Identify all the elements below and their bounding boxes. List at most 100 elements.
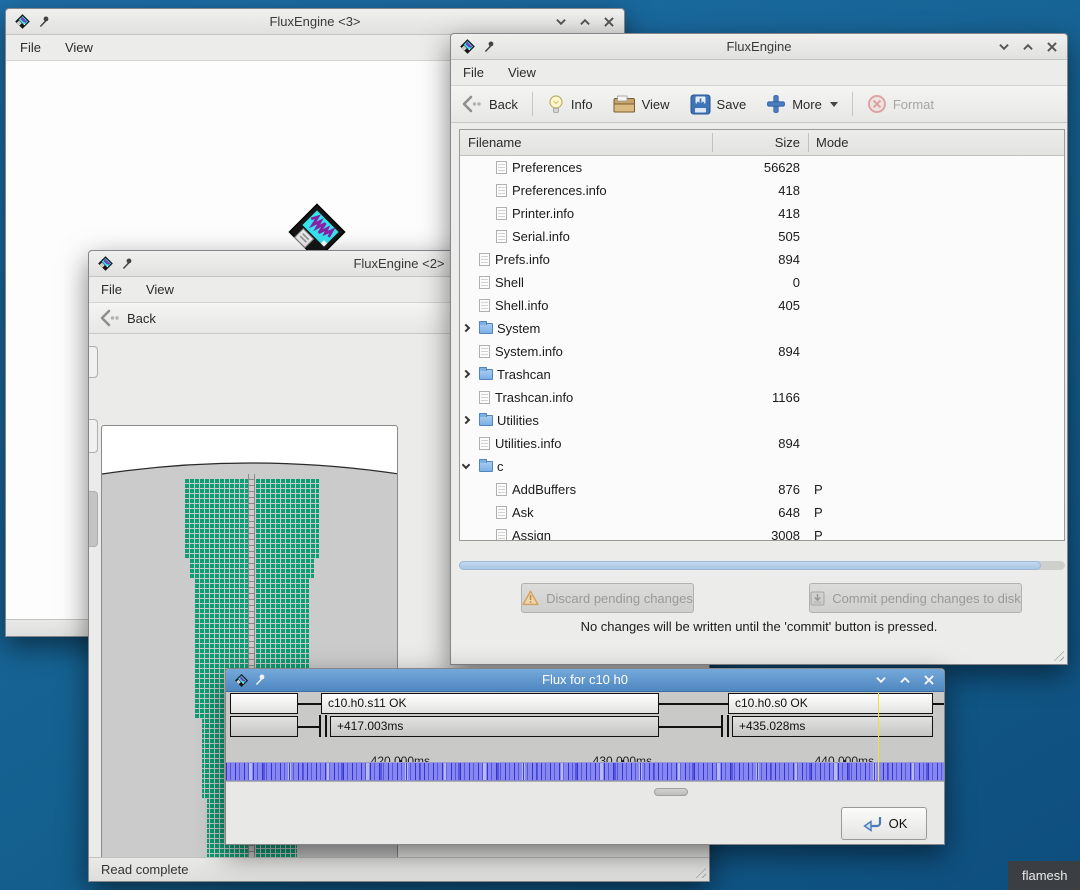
table-row[interactable]: Utilities [460,409,1064,432]
expand-icon[interactable] [462,324,470,332]
resize-grip[interactable] [693,865,706,878]
file-icon [479,437,490,450]
size-cell: 894 [712,432,800,455]
filename-cell: Assign [512,528,551,540]
maximize-icon[interactable] [1021,40,1035,54]
table-row[interactable]: System.info894 [460,340,1064,363]
window-title: FluxEngine <3> [6,9,624,34]
menu-view[interactable]: View [134,277,186,302]
close-icon[interactable] [1045,40,1059,54]
format-label: Format [893,97,934,112]
table-row[interactable]: Shell0 [460,271,1064,294]
file-icon [496,184,507,197]
folder-icon [479,323,493,334]
flux-density-band[interactable] [226,762,944,781]
menu-file[interactable]: File [8,35,53,60]
table-row[interactable]: Prefs.info894 [460,248,1064,271]
table-row[interactable]: Preferences.info418 [460,179,1064,202]
scrollbar-thumb[interactable] [459,561,1041,570]
splitter-handle[interactable] [654,788,688,796]
maximize-icon[interactable] [898,673,912,687]
column-divider[interactable] [712,133,713,152]
minimize-icon[interactable] [554,15,568,29]
format-button[interactable]: Format [857,86,944,122]
clipped-button[interactable] [89,419,98,453]
connector-line [298,726,321,728]
menu-file[interactable]: File [451,60,496,85]
size-cell: 1166 [712,386,800,409]
more-button[interactable]: More [756,86,848,122]
table-row[interactable]: Utilities.info 894 [460,432,1064,455]
collapse-icon[interactable] [462,461,470,469]
expand-icon[interactable] [462,416,470,424]
column-mode[interactable]: Mode [816,130,849,155]
horizontal-scrollbar[interactable] [459,561,1065,570]
table-row[interactable]: Shell.info405 [460,294,1064,317]
table-row[interactable]: Assign3008P [460,524,1064,540]
back-label: Back [127,311,156,326]
format-icon [867,94,887,114]
close-icon[interactable] [602,15,616,29]
offset-stub-box[interactable] [230,716,298,737]
table-row[interactable]: Ask648P [460,501,1064,524]
range-handle-icon[interactable] [721,715,729,737]
expand-icon[interactable] [462,370,470,378]
commit-changes-button[interactable]: Commit pending changes to disk [809,583,1022,613]
close-icon[interactable] [922,673,936,687]
offset-box[interactable]: +435.028ms [732,716,933,737]
filename-cell: Shell [495,275,524,290]
sector-stub-box[interactable] [230,693,298,714]
offset-box[interactable]: +417.003ms [330,716,659,737]
status-bar: Read complete [89,857,709,881]
menu-file[interactable]: File [89,277,134,302]
column-divider[interactable] [808,133,809,152]
connector-line [659,726,723,728]
filename-cell: Ask [512,505,534,520]
menu-view[interactable]: View [53,35,105,60]
discard-label: Discard pending changes [546,591,693,606]
column-size[interactable]: Size [712,130,800,155]
size-cell: 405 [712,294,800,317]
save-label: Save [717,97,747,112]
column-filename[interactable]: Filename [468,130,521,155]
sector-box[interactable]: c10.h0.s0 OK [728,693,933,714]
table-row[interactable]: Trashcan [460,363,1064,386]
flameshot-tooltip: flamesh [1008,861,1080,890]
info-button[interactable]: Info [537,86,603,122]
table-row[interactable]: AddBuffers876P [460,478,1064,501]
menubar: File View [451,60,1067,86]
clipped-button[interactable] [89,491,98,547]
table-header[interactable]: Filename Size Mode [460,130,1064,156]
range-handle-icon[interactable] [319,715,327,737]
filename-cell: Prefs.info [495,252,550,267]
table-row[interactable]: System [460,317,1064,340]
table-body: Preferences56628Preferences.info418Print… [460,156,1064,540]
sector-box[interactable]: c10.h0.s11 OK [321,693,659,714]
toolbar: Back Info View Save More Format [451,86,1067,123]
file-icon [479,345,490,358]
table-row[interactable]: Preferences56628 [460,156,1064,179]
table-row[interactable]: Serial.info505 [460,225,1064,248]
titlebar[interactable]: FluxEngine <3> [6,9,624,35]
table-row[interactable]: Printer.info418 [460,202,1064,225]
discard-changes-button[interactable]: Discard pending changes [521,583,694,613]
minimize-icon[interactable] [874,673,888,687]
filename-cell: Utilities.info [495,436,561,451]
save-button[interactable]: Save [680,86,757,122]
clipped-button[interactable] [89,346,98,378]
ok-button[interactable]: OK [841,807,927,840]
dropdown-caret-icon[interactable] [830,102,838,107]
minimize-icon[interactable] [997,40,1011,54]
resize-grip[interactable] [1051,648,1064,661]
info-icon [547,94,565,115]
back-button[interactable]: Back [89,303,166,333]
filename-cell: c [497,459,504,474]
maximize-icon[interactable] [578,15,592,29]
back-button[interactable]: Back [451,86,528,122]
menu-view[interactable]: View [496,60,548,85]
titlebar[interactable]: FluxEngine [451,34,1067,60]
view-button[interactable]: View [603,86,680,122]
titlebar[interactable]: Flux for c10 h0 [226,669,944,692]
table-row[interactable]: c [460,455,1064,478]
table-row[interactable]: Trashcan.info1166 [460,386,1064,409]
